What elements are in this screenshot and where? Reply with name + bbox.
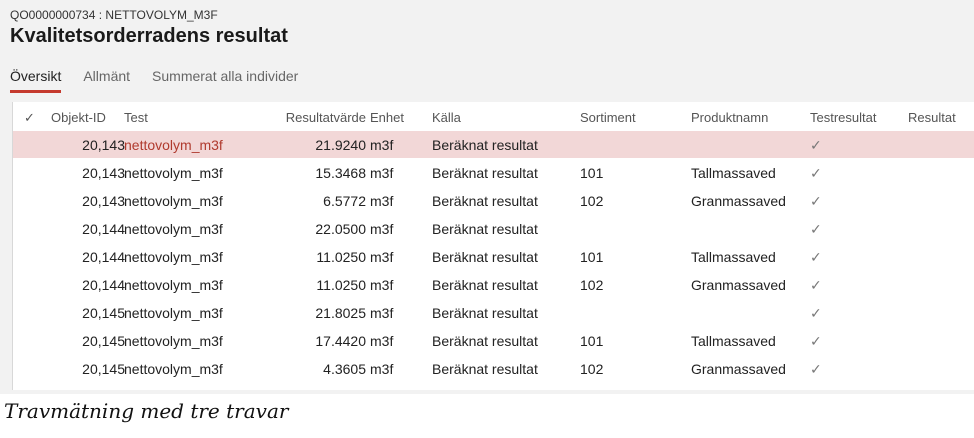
cell-unit: m3f xyxy=(370,277,394,293)
cell-product: Granmassaved xyxy=(691,361,786,377)
cell-object-id: 20,144 xyxy=(82,221,125,237)
cell-unit: m3f xyxy=(370,249,394,265)
cell-product: Tallmassaved xyxy=(691,333,776,349)
cell-object-id: 20,143 xyxy=(82,165,125,181)
cell-source: Beräknat resultat xyxy=(432,361,538,377)
check-icon: ✓ xyxy=(810,221,822,237)
tab-allmant[interactable]: Allmänt xyxy=(83,68,130,93)
cell-source: Beräknat resultat xyxy=(432,333,538,349)
cell-object-id: 20,145 xyxy=(82,361,125,377)
table-row[interactable]: 20,145 nettovolym_m3f 21.8025 m3f Beräkn… xyxy=(13,299,974,326)
cell-test: nettovolym_m3f xyxy=(124,277,223,293)
cell-product: Tallmassaved xyxy=(691,249,776,265)
cell-source: Beräknat resultat xyxy=(432,193,538,209)
results-grid: ✓ Objekt-ID Test Resultatvärde Enhet Käl… xyxy=(12,102,974,390)
table-row[interactable]: 20,145 nettovolym_m3f 4.3605 m3f Beräkna… xyxy=(13,355,974,382)
cell-unit: m3f xyxy=(370,361,394,377)
check-icon: ✓ xyxy=(810,193,822,209)
table-row[interactable]: 20,145 nettovolym_m3f 17.4420 m3f Beräkn… xyxy=(13,327,974,354)
cell-unit: m3f xyxy=(370,221,394,237)
cell-value: 11.0250 xyxy=(316,277,366,293)
check-icon: ✓ xyxy=(810,137,822,153)
cell-object-id: 20,145 xyxy=(82,333,125,349)
cell-value: 11.0250 xyxy=(316,249,366,265)
table-row[interactable]: 20,144 nettovolym_m3f 22.0500 m3f Beräkn… xyxy=(13,215,974,242)
cell-unit: m3f xyxy=(370,333,394,349)
cell-value: 15.3468 xyxy=(315,165,366,181)
column-header-value[interactable]: Resultatvärde xyxy=(271,110,366,125)
cell-unit: m3f xyxy=(370,165,394,181)
check-icon: ✓ xyxy=(810,249,822,265)
table-row[interactable]: 20,144 nettovolym_m3f 11.0250 m3f Beräkn… xyxy=(13,243,974,270)
check-icon: ✓ xyxy=(810,305,822,321)
column-header-product[interactable]: Produktnamn xyxy=(691,110,768,125)
figure-caption: Travmätning med tre travar xyxy=(4,399,289,423)
table-row[interactable]: 20,143 nettovolym_m3f 15.3468 m3f Beräkn… xyxy=(13,159,974,186)
cell-object-id: 20,143 xyxy=(82,137,125,153)
column-header-object-id[interactable]: Objekt-ID xyxy=(51,110,126,125)
tab-oversikt[interactable]: Översikt xyxy=(10,68,62,93)
cell-object-id: 20,143 xyxy=(82,193,125,209)
cell-value: 6.5772 xyxy=(323,193,366,209)
cell-assortment: 102 xyxy=(580,361,604,377)
grid-header-row: ✓ Objekt-ID Test Resultatvärde Enhet Käl… xyxy=(13,104,974,131)
cell-test: nettovolym_m3f xyxy=(124,333,223,349)
cell-test: nettovolym_m3f xyxy=(124,221,223,237)
cell-source: Beräknat resultat xyxy=(432,277,538,293)
record-id: QO0000000734 : NETTOVOLYM_M3F xyxy=(10,8,218,22)
check-icon: ✓ xyxy=(810,277,822,293)
cell-object-id: 20,145 xyxy=(82,305,125,321)
cell-assortment: 101 xyxy=(580,249,604,265)
cell-test: nettovolym_m3f xyxy=(124,361,223,377)
cell-product: Tallmassaved xyxy=(691,165,776,181)
cell-unit: m3f xyxy=(370,137,394,153)
cell-value: 4.3605 xyxy=(323,361,366,377)
cell-value: 17.4420 xyxy=(315,333,366,349)
cell-unit: m3f xyxy=(370,305,394,321)
cell-source: Beräknat resultat xyxy=(432,165,538,181)
cell-source: Beräknat resultat xyxy=(432,305,538,321)
cell-source: Beräknat resultat xyxy=(432,249,538,265)
column-header-result[interactable]: Resultat xyxy=(908,110,956,125)
cell-test: nettovolym_m3f xyxy=(124,193,223,209)
table-row[interactable]: 20,143 nettovolym_m3f 21.9240 m3f Beräkn… xyxy=(13,131,974,158)
cell-unit: m3f xyxy=(370,193,394,209)
select-all-check-icon[interactable]: ✓ xyxy=(24,110,35,126)
cell-test: nettovolym_m3f xyxy=(124,305,223,321)
check-icon: ✓ xyxy=(810,165,822,181)
cell-object-id: 20,144 xyxy=(82,249,125,265)
column-header-source[interactable]: Källa xyxy=(432,110,461,125)
column-header-test-result[interactable]: Testresultat xyxy=(810,110,876,125)
table-row[interactable]: 20,144 nettovolym_m3f 11.0250 m3f Beräkn… xyxy=(13,271,974,298)
page-title: Kvalitetsorderradens resultat xyxy=(10,25,288,47)
cell-source: Beräknat resultat xyxy=(432,221,538,237)
column-header-assortment[interactable]: Sortiment xyxy=(580,110,636,125)
cell-assortment: 101 xyxy=(580,165,604,181)
check-icon: ✓ xyxy=(810,333,822,349)
cell-value: 21.8025 xyxy=(315,305,366,321)
cell-test: nettovolym_m3f xyxy=(124,165,223,181)
cell-value: 21.9240 xyxy=(315,137,366,153)
cell-assortment: 102 xyxy=(580,277,604,293)
column-header-test[interactable]: Test xyxy=(124,110,148,125)
cell-product: Granmassaved xyxy=(691,277,786,293)
column-header-unit[interactable]: Enhet xyxy=(370,110,404,125)
cell-test: nettovolym_m3f xyxy=(124,249,223,265)
cell-object-id: 20,144 xyxy=(82,277,125,293)
cell-assortment: 101 xyxy=(580,333,604,349)
results-panel: QO0000000734 : NETTOVOLYM_M3F Kvalitetso… xyxy=(0,0,974,394)
cell-product: Granmassaved xyxy=(691,193,786,209)
cell-value: 22.0500 xyxy=(315,221,366,237)
tab-summerat-alla-individer[interactable]: Summerat alla individer xyxy=(152,68,298,93)
cell-source: Beräknat resultat xyxy=(432,137,538,153)
cell-test: nettovolym_m3f xyxy=(124,137,223,153)
check-icon: ✓ xyxy=(810,361,822,377)
table-row[interactable]: 20,143 nettovolym_m3f 6.5772 m3f Beräkna… xyxy=(13,187,974,214)
cell-assortment: 102 xyxy=(580,193,604,209)
tab-bar: Översikt Allmänt Summerat alla individer xyxy=(10,68,298,93)
